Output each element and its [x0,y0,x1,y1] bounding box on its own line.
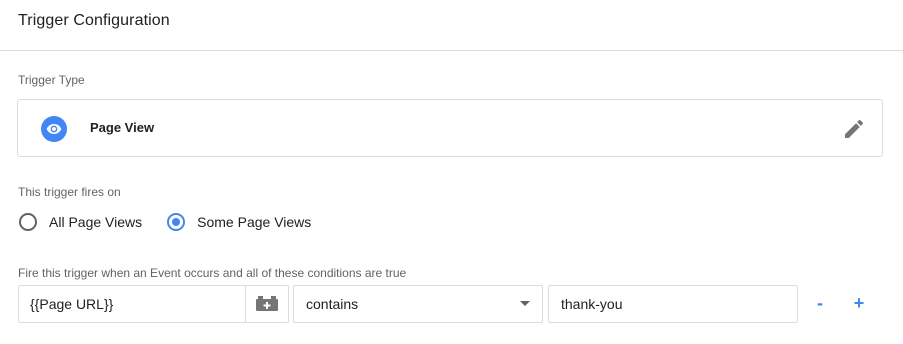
variable-value[interactable]: {{Page URL}} [19,286,245,322]
remove-condition-button[interactable]: - [808,285,832,323]
panel-header: Trigger Configuration [0,0,903,51]
variable-field[interactable]: {{Page URL}} [18,285,289,323]
conditions-label: Fire this trigger when an Event occurs a… [18,266,407,280]
condition-value[interactable]: thank-you [561,286,622,322]
radio-label: Some Page Views [197,214,312,230]
variable-picker-icon [256,296,278,311]
chevron-down-icon [520,301,530,306]
operator-value: contains [306,296,359,312]
radio-some-page-views[interactable]: Some Page Views [167,213,311,231]
eye-icon [41,116,67,142]
trigger-type-card[interactable]: Page View [17,99,883,157]
radio-label: All Page Views [49,214,143,230]
radio-button-checked[interactable] [167,213,186,231]
fires-on-label: This trigger fires on [18,185,121,199]
trigger-configuration-panel: Trigger Configuration Trigger Type Page … [0,0,903,344]
condition-value-input[interactable]: thank-you [548,285,798,323]
radio-all-page-views[interactable]: All Page Views [19,213,142,231]
add-condition-button[interactable]: + [847,285,871,323]
variable-picker-button[interactable] [245,286,288,322]
operator-select[interactable]: contains [293,285,543,323]
trigger-type-name: Page View [90,120,155,135]
panel-title: Trigger Configuration [18,12,170,29]
pencil-icon[interactable] [842,117,866,141]
fires-on-radio-group: All Page Views Some Page Views [19,211,336,233]
radio-button-unchecked[interactable] [19,213,37,231]
trigger-type-label: Trigger Type [18,73,85,87]
